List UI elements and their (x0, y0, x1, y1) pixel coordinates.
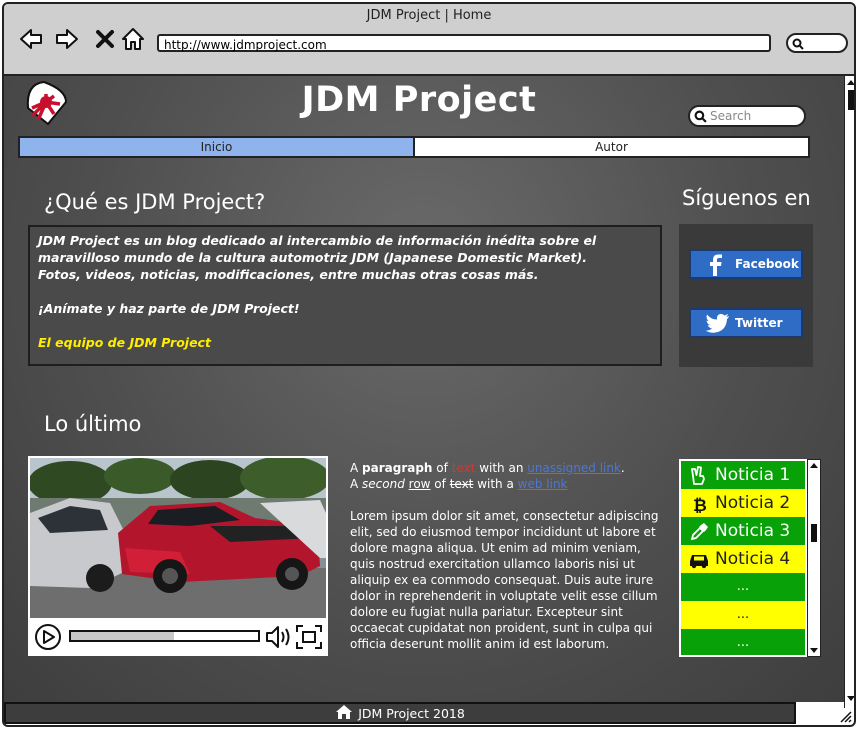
facebook-label: Facebook (735, 257, 799, 271)
about-signature: El equipo de JDM Project (38, 335, 211, 350)
news-label: Noticia 2 (715, 493, 791, 513)
car-photo (30, 458, 326, 618)
page-footer: JDM Project 2018 (4, 702, 796, 724)
p2-e: of (430, 477, 450, 491)
video-progress-fill (71, 632, 174, 640)
news-item-3[interactable]: Noticia 3 (681, 517, 805, 545)
site-search-input[interactable]: Search (688, 105, 806, 127)
latest-heading: Lo último (44, 412, 142, 436)
news-list: Noticia 1 ₿ Noticia 2 Noticia 3 Noticia … (679, 459, 807, 657)
browser-search-box[interactable] (786, 33, 848, 53)
home-icon[interactable] (120, 26, 146, 52)
scroll-up-arrow-icon[interactable] (847, 80, 855, 85)
peace-hand-icon (691, 466, 705, 485)
browser-toolbar: JDM Project | Home http://www.jdmproject… (4, 4, 854, 76)
web-link[interactable]: web link (518, 477, 568, 491)
p2-a: A (350, 477, 363, 491)
unassigned-link[interactable]: unassigned link (527, 461, 621, 475)
close-x-icon[interactable] (92, 26, 118, 52)
p2-underline: row (408, 477, 431, 491)
p1-e: with an (475, 461, 528, 475)
news-item-1[interactable]: Noticia 1 (681, 461, 805, 489)
main-nav: Inicio Autor (18, 136, 810, 158)
news-item-5[interactable]: ... (681, 573, 805, 601)
news-scroll-thumb[interactable] (811, 524, 817, 542)
window-title: JDM Project | Home (366, 8, 492, 23)
eyedropper-icon (690, 523, 708, 541)
p1-c: of (432, 461, 452, 475)
url-bar[interactable]: http://www.jdmproject.com (157, 34, 771, 52)
search-icon (792, 38, 804, 50)
p2-strike: text (449, 477, 474, 491)
bitcoin-icon: ₿ (693, 496, 707, 514)
about-heading: ¿Qué es JDM Project? (44, 190, 266, 214)
about-box: JDM Project es un blog dedicado al inter… (28, 225, 662, 366)
twitter-icon (705, 313, 729, 333)
p1-g: . (620, 461, 625, 475)
car-icon (690, 555, 708, 569)
news-scrollbar[interactable] (807, 459, 821, 657)
browser-window: JDM Project | Home http://www.jdmproject… (2, 2, 856, 727)
fullscreen-icon[interactable] (296, 625, 322, 649)
resize-grip-icon[interactable] (838, 709, 852, 723)
footer-text: JDM Project 2018 (358, 706, 465, 721)
facebook-icon (710, 254, 722, 276)
news-label: Noticia 1 (715, 465, 791, 485)
lorem-paragraph: Lorem ipsum dolor sit amet, consectetur … (350, 509, 659, 651)
tab-inicio[interactable]: Inicio (20, 138, 415, 156)
page-scrollbar[interactable] (844, 76, 855, 708)
page-scroll-thumb[interactable] (848, 90, 854, 110)
video-player[interactable] (28, 456, 328, 656)
p1-a: A (350, 461, 363, 475)
p1-red-text: text (451, 461, 476, 475)
play-button-icon[interactable] (35, 624, 61, 650)
p2-italic: second (362, 477, 405, 491)
news-item-4[interactable]: Noticia 4 (681, 545, 805, 573)
back-arrow-icon[interactable] (18, 26, 44, 52)
about-line-3: ¡Anímate y haz parte de JDM Project! (38, 301, 300, 316)
p2-g: with a (473, 477, 518, 491)
search-icon (694, 110, 707, 123)
facebook-button[interactable]: Facebook (689, 249, 803, 279)
volume-icon[interactable] (266, 626, 290, 648)
news-item-6[interactable]: ... (681, 601, 805, 629)
social-heading: Síguenos en (682, 186, 811, 210)
paragraph-line-1: A paragraph of text with an unassigned l… (350, 460, 662, 476)
twitter-button[interactable]: Twitter (689, 308, 803, 338)
news-label: Noticia 3 (715, 521, 791, 541)
site-title: JDM Project (301, 80, 537, 120)
news-label: Noticia 4 (715, 549, 791, 569)
social-panel: Facebook Twitter (679, 224, 813, 367)
scroll-down-arrow-icon[interactable] (810, 648, 818, 653)
news-item-7[interactable]: ... (681, 629, 805, 655)
twitter-label: Twitter (735, 316, 783, 330)
rising-sun-logo (26, 80, 68, 126)
tab-autor[interactable]: Autor (415, 138, 808, 156)
latest-text: A paragraph of text with an unassigned l… (350, 460, 662, 652)
paragraph-line-2: A second row of text with a web link (350, 476, 662, 492)
search-placeholder: Search (710, 109, 752, 123)
scroll-up-arrow-icon[interactable] (810, 463, 818, 468)
svg-text:₿: ₿ (693, 496, 707, 514)
web-page: JDM Project Search Inicio Autor ¿Qué es … (4, 76, 844, 702)
about-line-1: JDM Project es un blog dedicado al inter… (38, 233, 597, 265)
home-icon (336, 705, 353, 719)
video-controls (30, 620, 326, 654)
news-item-2[interactable]: ₿ Noticia 2 (681, 489, 805, 517)
scroll-down-arrow-icon[interactable] (847, 696, 855, 701)
p1-bold: paragraph (362, 461, 433, 475)
forward-arrow-icon[interactable] (54, 26, 80, 52)
about-line-2: Fotos, videos, noticias, modificaciones,… (38, 267, 539, 282)
